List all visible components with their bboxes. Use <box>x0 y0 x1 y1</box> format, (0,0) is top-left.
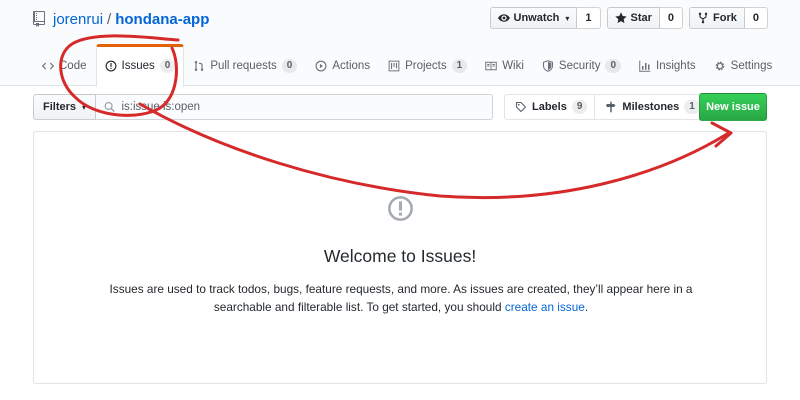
fork-label: Fork <box>713 12 737 24</box>
pagehead-actions: Unwatch ▾ 1 Star 0 Fork 0 <box>489 7 768 29</box>
labels-label: Labels <box>532 101 567 113</box>
blankslate-title: Welcome to Issues! <box>323 246 477 266</box>
issue-opened-icon <box>105 60 116 71</box>
issues-search-input[interactable] <box>115 101 492 113</box>
star-label: Star <box>630 12 652 24</box>
issues-blankslate: Welcome to Issues! Issues are used to tr… <box>33 131 767 384</box>
labels-counter: 9 <box>571 100 588 114</box>
new-issue-button[interactable]: New issue <box>699 93 767 121</box>
filters-dropdown-button[interactable]: Filters ▾ <box>33 94 97 120</box>
fork-button[interactable]: Fork <box>689 7 745 29</box>
graph-icon <box>639 60 651 72</box>
unwatch-button[interactable]: Unwatch ▾ <box>489 7 578 29</box>
caret-down-icon: ▾ <box>82 102 87 112</box>
create-issue-link[interactable]: create an issue <box>505 300 585 314</box>
tab-issues[interactable]: Issues 0 <box>95 44 185 87</box>
watch-button-group: Unwatch ▾ 1 <box>489 7 601 29</box>
repo-owner-link[interactable]: jorenrui <box>53 11 103 28</box>
tab-code-label: Code <box>59 59 87 72</box>
blankslate-text: Issues are used to track todos, bugs, fe… <box>109 282 693 314</box>
unwatch-label: Unwatch <box>513 12 560 24</box>
pull-requests-counter: 0 <box>281 58 298 73</box>
tab-actions-label: Actions <box>332 59 371 72</box>
repo-title: jorenrui / hondana-app <box>33 9 209 29</box>
tab-actions[interactable]: Actions <box>306 44 379 86</box>
star-icon <box>614 12 627 24</box>
tab-projects[interactable]: Projects 1 <box>379 44 476 86</box>
repo-separator: / <box>107 10 112 28</box>
projects-counter: 1 <box>451 58 468 73</box>
security-counter: 0 <box>605 58 622 73</box>
filters-label: Filters <box>43 101 77 113</box>
tab-code[interactable]: Code <box>33 44 96 86</box>
forks-count[interactable]: 0 <box>744 7 768 29</box>
tab-pull-requests[interactable]: Pull requests 0 <box>184 44 306 86</box>
repo-header: jorenrui / hondana-app Unwatch ▾ 1 Star … <box>0 0 800 87</box>
fork-icon <box>698 12 708 24</box>
git-pull-request-icon <box>195 60 204 71</box>
issues-filter-bar: Filters ▾ Labels 9 Milestones 1 New issu… <box>33 93 767 121</box>
milestones-counter: 1 <box>684 100 700 114</box>
caret-down-icon: ▾ <box>565 13 570 23</box>
blankslate-text-end: . <box>584 300 589 314</box>
milestones-label: Milestones <box>622 101 680 113</box>
eye-icon <box>497 14 510 22</box>
book-icon <box>485 61 497 70</box>
fork-button-group: Fork 0 <box>689 7 768 29</box>
tab-pull-requests-label: Pull requests <box>210 59 277 72</box>
tab-insights-label: Insights <box>656 59 696 72</box>
tab-wiki[interactable]: Wiki <box>476 44 533 86</box>
labels-button[interactable]: Labels 9 <box>504 94 596 120</box>
star-button[interactable]: Star <box>606 7 660 29</box>
filter-group: Filters ▾ <box>33 94 493 120</box>
tab-wiki-label: Wiki <box>502 59 524 72</box>
milestone-icon <box>606 101 616 113</box>
watchers-count[interactable]: 1 <box>577 7 601 29</box>
project-icon <box>388 60 400 71</box>
tab-security[interactable]: Security 0 <box>533 44 630 86</box>
play-icon <box>315 60 327 71</box>
star-button-group: Star 0 <box>606 7 684 29</box>
issues-counter: 0 <box>159 58 176 73</box>
gear-icon <box>715 61 724 70</box>
labels-milestones-group: Labels 9 Milestones 1 <box>504 94 708 120</box>
code-icon <box>42 62 54 69</box>
repo-nav: Code Issues 0 Pull requests 0 Actions Pr… <box>33 44 782 87</box>
repo-name-link[interactable]: hondana-app <box>115 11 209 28</box>
milestones-button[interactable]: Milestones 1 <box>595 94 708 120</box>
tab-settings-label: Settings <box>730 59 773 72</box>
tab-projects-label: Projects <box>405 59 447 72</box>
tab-insights[interactable]: Insights <box>630 44 705 86</box>
issue-opened-icon <box>388 196 413 221</box>
tag-icon <box>515 101 527 113</box>
search-icon <box>104 101 115 113</box>
tab-security-label: Security <box>558 59 601 72</box>
blankslate-description: Issues are used to track todos, bugs, fe… <box>106 280 696 316</box>
repo-icon <box>33 11 45 27</box>
tab-settings[interactable]: Settings <box>705 44 782 86</box>
tab-issues-label: Issues <box>121 59 155 72</box>
issues-search-box <box>96 94 493 120</box>
shield-icon <box>542 59 553 72</box>
stargazers-count[interactable]: 0 <box>659 7 684 29</box>
